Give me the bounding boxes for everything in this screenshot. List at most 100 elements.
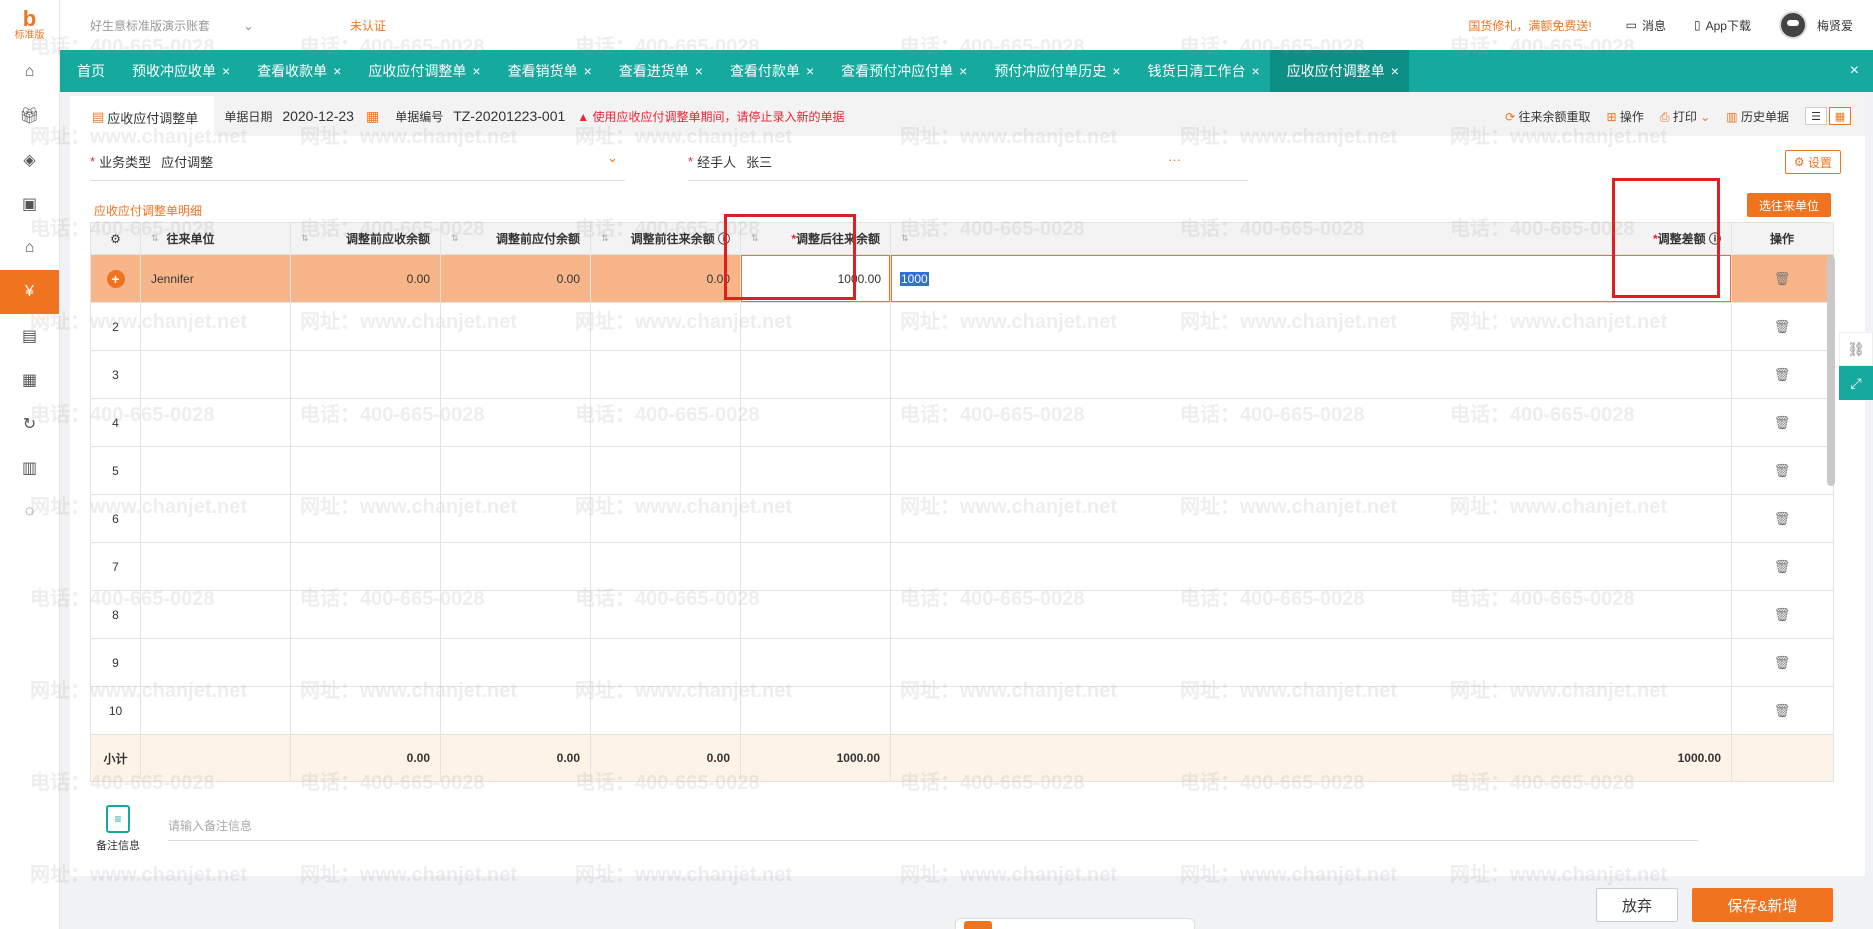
list-view-icon[interactable]: ☰ xyxy=(1805,107,1827,125)
post-balance-cell[interactable] xyxy=(741,639,891,686)
header-pre-balance[interactable]: ⇅ 调整前往来余额 ⓘ xyxy=(591,223,741,254)
card-view-icon[interactable]: ▦ xyxy=(1829,107,1851,125)
unverified-badge[interactable]: 未认证 xyxy=(350,17,386,34)
help-icon[interactable]: ⓘ xyxy=(1709,232,1721,246)
delete-cell[interactable]: 🗑︎ xyxy=(1732,351,1832,398)
partner-cell[interactable] xyxy=(141,687,291,734)
calendar-icon[interactable]: ▦ xyxy=(366,108,379,125)
post-balance-cell[interactable]: 1000.00 xyxy=(741,255,891,302)
table-row[interactable]: 2 🗑︎ xyxy=(91,303,1833,351)
header-partner[interactable]: ⇅ 往来单位 xyxy=(141,223,291,254)
pre-balance-cell[interactable] xyxy=(591,543,741,590)
trash-icon[interactable]: 🗑︎ xyxy=(1774,655,1791,671)
partner-cell[interactable] xyxy=(141,447,291,494)
tab-ar-ap-adjust-active[interactable]: 应收应付调整单 × xyxy=(1269,50,1409,92)
pre-receivable-cell[interactable] xyxy=(291,351,441,398)
box-icon[interactable]: ◈ xyxy=(0,138,59,182)
trash-icon[interactable]: 🗑︎ xyxy=(1774,415,1791,431)
partner-cell[interactable]: Jennifer xyxy=(141,255,291,302)
diff-cell[interactable]: 1000 xyxy=(891,255,1732,302)
pre-balance-cell[interactable] xyxy=(591,639,741,686)
select-partner-button[interactable]: 选往来单位 xyxy=(1746,193,1831,217)
trash-icon[interactable]: 🗑︎ xyxy=(1774,703,1791,719)
close-icon[interactable]: × xyxy=(695,63,703,79)
news-icon[interactable]: ▥ xyxy=(0,446,59,490)
pre-balance-cell[interactable] xyxy=(591,687,741,734)
post-balance-cell[interactable] xyxy=(741,543,891,590)
tab-daily-clear[interactable]: 钱货日清工作台 × xyxy=(1131,50,1270,92)
header-pre-payable[interactable]: ⇅ 调整前应付余额 xyxy=(441,223,591,254)
close-icon[interactable]: × xyxy=(806,63,814,79)
pre-balance-cell[interactable] xyxy=(591,351,741,398)
close-all-tabs-icon[interactable]: × xyxy=(1836,50,1873,92)
pre-receivable-cell[interactable] xyxy=(291,495,441,542)
home-icon[interactable]: ⌂ xyxy=(0,50,59,94)
report-icon[interactable]: ▦ xyxy=(0,358,59,402)
trash-icon[interactable]: 🗑︎ xyxy=(1774,271,1791,287)
table-row[interactable]: 3 🗑︎ xyxy=(91,351,1833,399)
header-diff[interactable]: ⇅ *调整差额 ⓘ xyxy=(891,223,1732,254)
close-icon[interactable]: × xyxy=(1252,63,1260,79)
post-balance-cell[interactable] xyxy=(741,447,891,494)
delete-cell[interactable]: 🗑︎ xyxy=(1732,495,1832,542)
doc-number-field[interactable]: TZ-20201223-001 xyxy=(453,108,565,124)
pre-payable-cell[interactable] xyxy=(441,351,591,398)
diff-cell[interactable] xyxy=(891,351,1732,398)
settings-button[interactable]: ⚙ 设置 xyxy=(1784,150,1841,174)
app-download-button[interactable]: ▯ App下载 xyxy=(1694,17,1751,34)
tab-view-purchase[interactable]: 查看进货单 × xyxy=(602,50,713,92)
delete-cell[interactable]: 🗑︎ xyxy=(1732,591,1832,638)
save-new-button[interactable]: 保存&新增 xyxy=(1692,888,1833,922)
warehouse-icon[interactable]: ⌂ xyxy=(0,226,59,270)
vertical-scrollbar[interactable] xyxy=(1827,256,1835,486)
app-logo[interactable]: b 标准版 xyxy=(0,0,59,50)
tab-view-receipt[interactable]: 查看收款单 × xyxy=(240,50,351,92)
tab-view-sales[interactable]: 查看销货单 × xyxy=(491,50,602,92)
pre-payable-cell[interactable] xyxy=(441,447,591,494)
diff-cell[interactable] xyxy=(891,495,1732,542)
delete-cell[interactable]: 🗑︎ xyxy=(1732,399,1832,446)
post-balance-cell[interactable] xyxy=(741,351,891,398)
handler-field[interactable]: * 经手人 张三 xyxy=(688,152,772,171)
diff-cell[interactable] xyxy=(891,303,1732,350)
partner-cell[interactable] xyxy=(141,351,291,398)
chevron-down-icon[interactable]: ⌄ xyxy=(607,150,618,166)
tab-prepay-offset[interactable]: 预收冲应收单 × xyxy=(115,50,240,92)
post-balance-cell[interactable] xyxy=(741,495,891,542)
partner-cell[interactable] xyxy=(141,543,291,590)
header-pre-receivable[interactable]: ⇅ 调整前应收余额 xyxy=(291,223,441,254)
partner-cell[interactable] xyxy=(141,591,291,638)
gift-icon[interactable]: 🎁︎ xyxy=(0,94,59,138)
close-icon[interactable]: × xyxy=(333,63,341,79)
diff-input[interactable]: 1000 xyxy=(891,255,1731,302)
header-post-balance[interactable]: ⇅ *调整后往来余额 xyxy=(741,223,891,254)
clipboard-icon[interactable]: ▤ xyxy=(0,314,59,358)
delete-cell[interactable]: 🗑︎ xyxy=(1732,639,1832,686)
partner-cell[interactable] xyxy=(141,495,291,542)
partner-cell[interactable] xyxy=(141,399,291,446)
table-row[interactable]: 7 🗑︎ xyxy=(91,543,1833,591)
messages-button[interactable]: ▭ 消息 xyxy=(1626,17,1666,34)
pre-payable-cell[interactable] xyxy=(441,591,591,638)
diff-cell[interactable] xyxy=(891,543,1732,590)
delete-cell[interactable]: 🗑︎ xyxy=(1732,543,1832,590)
print-button[interactable]: ⎙ 打印 ⌄ xyxy=(1660,108,1710,125)
diff-cell[interactable] xyxy=(891,591,1732,638)
tab-prepay-ap-history[interactable]: 预付冲应付单历史 × xyxy=(977,50,1130,92)
pre-receivable-cell[interactable] xyxy=(291,639,441,686)
pre-receivable-cell[interactable] xyxy=(291,591,441,638)
close-icon[interactable]: × xyxy=(222,63,230,79)
diff-cell[interactable] xyxy=(891,687,1732,734)
delete-cell[interactable]: 🗑︎ xyxy=(1732,447,1832,494)
table-row[interactable]: 10 🗑︎ xyxy=(91,687,1833,735)
column-settings-icon[interactable]: ⚙ xyxy=(91,223,141,254)
close-icon[interactable]: × xyxy=(959,63,967,79)
pre-balance-cell[interactable] xyxy=(591,591,741,638)
trash-icon[interactable]: 🗑︎ xyxy=(1774,607,1791,623)
table-row[interactable]: + Jennifer 0.00 0.00 0.00 1000.00 1000 🗑… xyxy=(91,255,1833,303)
pre-balance-cell[interactable] xyxy=(591,399,741,446)
date-field[interactable]: 2020-12-23 xyxy=(282,108,354,124)
pre-receivable-cell[interactable] xyxy=(291,447,441,494)
pre-receivable-cell[interactable] xyxy=(291,399,441,446)
avatar[interactable] xyxy=(1778,11,1807,39)
